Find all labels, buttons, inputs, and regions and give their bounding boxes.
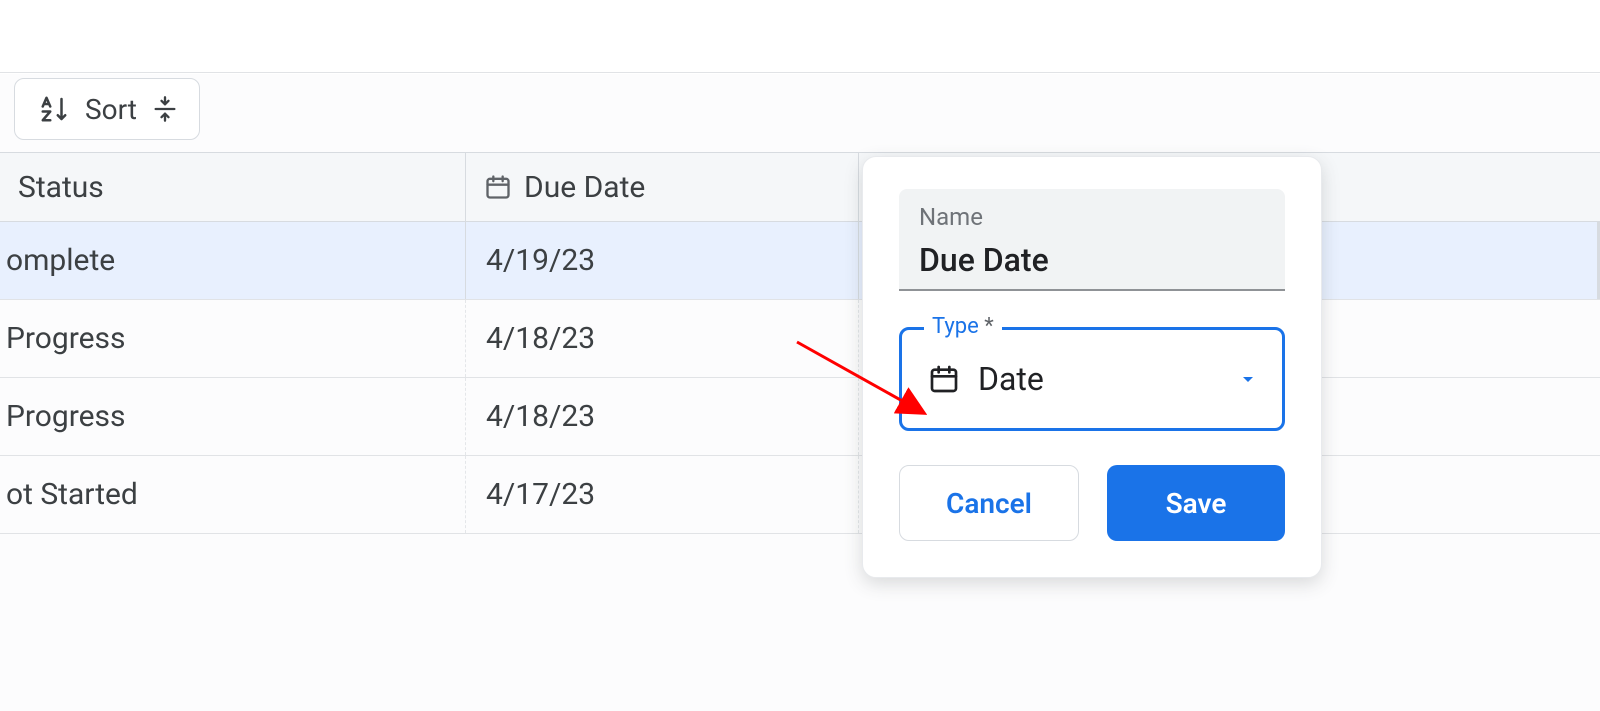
calendar-icon xyxy=(928,363,960,395)
save-button[interactable]: Save xyxy=(1107,465,1285,541)
cell-status: Progress xyxy=(0,378,466,455)
cell-status: Progress xyxy=(0,300,466,377)
table-row[interactable]: omplete4/19/23 xyxy=(0,222,1600,300)
column-name-input[interactable]: Name Due Date xyxy=(899,189,1285,291)
collapse-vertical-icon xyxy=(151,94,179,124)
data-table: Status Due Date omplete4/19/23Progress4/… xyxy=(0,152,1600,534)
field-value: Due Date xyxy=(919,241,1265,279)
cell-due-date: 4/19/23 xyxy=(466,222,859,299)
field-label: Name xyxy=(919,203,1265,231)
column-header-due-date[interactable]: Due Date xyxy=(466,153,859,221)
column-type-select[interactable]: Type * Date xyxy=(899,327,1285,431)
sort-button[interactable]: Sort xyxy=(14,78,200,140)
table-header-row: Status Due Date xyxy=(0,152,1600,222)
column-editor-popover: Name Due Date Type * Date Cancel Save xyxy=(862,156,1322,578)
field-label: Type * xyxy=(924,314,1002,339)
cell-status: omplete xyxy=(0,222,466,299)
field-value: Date xyxy=(978,360,1218,398)
column-header-label: Status xyxy=(18,170,104,205)
cell-due-date: 4/17/23 xyxy=(466,456,859,533)
cell-due-date: 4/18/23 xyxy=(466,300,859,377)
table-row[interactable]: Progress4/18/23 xyxy=(0,300,1600,378)
cancel-button[interactable]: Cancel xyxy=(899,465,1079,541)
cell-status: ot Started xyxy=(0,456,466,533)
sort-label: Sort xyxy=(85,93,137,126)
chevron-down-icon xyxy=(1236,367,1260,391)
column-header-label: Due Date xyxy=(524,170,645,205)
cell-due-date: 4/18/23 xyxy=(466,378,859,455)
sort-az-icon xyxy=(37,94,71,124)
column-header-status[interactable]: Status xyxy=(0,153,466,221)
calendar-icon xyxy=(484,173,512,201)
table-row[interactable]: Progress4/18/23 xyxy=(0,378,1600,456)
table-row[interactable]: ot Started4/17/23 xyxy=(0,456,1600,534)
